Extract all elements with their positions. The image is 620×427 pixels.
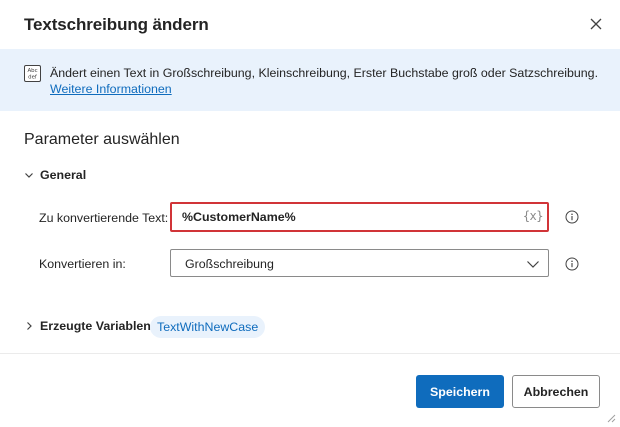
dropdown-selected-value: Großschreibung [185, 257, 274, 271]
text-input-value: %CustomerName% [182, 210, 296, 224]
variable-chip[interactable]: TextWithNewCase [150, 316, 266, 338]
chevron-down-icon [527, 261, 539, 268]
text-field-label: Zu konvertierende Text: [39, 211, 169, 225]
info-description: Ändert einen Text in Großschreibung, Kle… [50, 66, 599, 80]
produced-variables-toggle[interactable]: Erzeugte Variablen [22, 319, 151, 333]
info-circle-icon[interactable] [565, 210, 579, 224]
dialog-title: Textschreibung ändern [24, 15, 209, 34]
resize-grip-icon[interactable] [604, 411, 616, 423]
save-button[interactable]: Speichern [416, 375, 504, 408]
more-info-link[interactable]: Weitere Informationen [50, 82, 172, 96]
footer-divider [0, 353, 620, 354]
dialog: Textschreibung ändern Abc def Ändert ein… [0, 0, 620, 427]
general-group-toggle[interactable]: General [22, 168, 86, 182]
close-button[interactable] [584, 12, 608, 36]
info-bar: Abc def Ändert einen Text in Großschreib… [0, 49, 620, 111]
variable-picker-button[interactable]: {x} [523, 209, 544, 223]
general-group-label: General [40, 168, 87, 182]
convert-field-label: Konvertieren in: [39, 257, 126, 271]
chevron-right-icon [27, 322, 32, 330]
cancel-button[interactable]: Abbrechen [512, 375, 600, 408]
chevron-down-icon [25, 173, 33, 178]
info-circle-icon[interactable] [565, 257, 579, 271]
svg-text:Abc: Abc [27, 68, 37, 74]
close-icon [590, 18, 602, 30]
produced-variables-label: Erzeugte Variablen [40, 319, 151, 333]
convert-to-dropdown[interactable]: Großschreibung [170, 249, 549, 277]
abc-def-icon: Abc def [24, 65, 41, 82]
section-title: Parameter auswählen [24, 131, 180, 148]
svg-text:def: def [28, 75, 37, 81]
text-to-convert-input[interactable]: %CustomerName% {x} [170, 202, 549, 232]
